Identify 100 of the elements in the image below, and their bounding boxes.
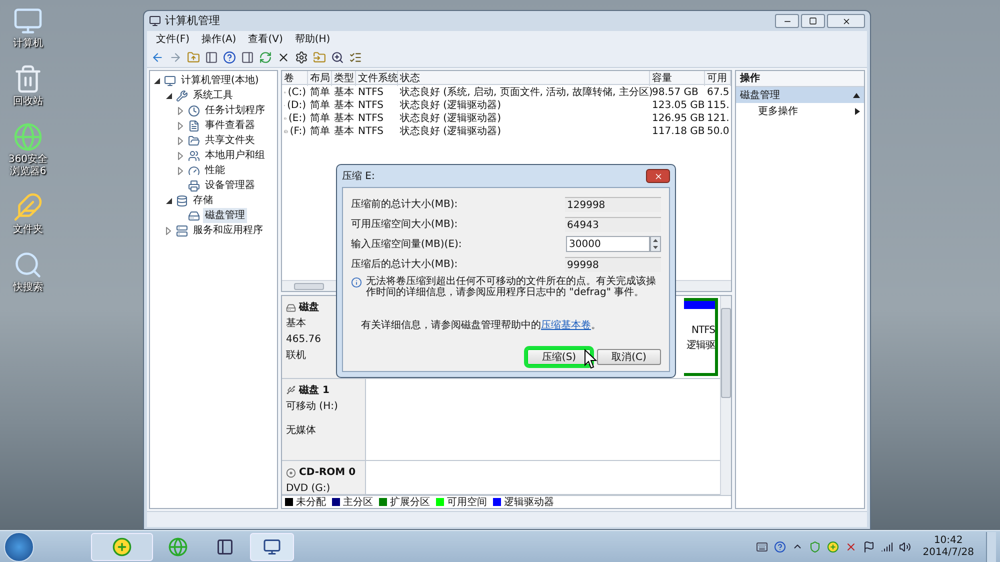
tree-item[interactable]: 计算机管理(本地) (179, 73, 261, 88)
column-header[interactable]: 卷 (282, 71, 308, 86)
help-link[interactable]: 压缩基本卷 (541, 320, 591, 331)
partition-bar (684, 301, 715, 309)
table-cell-text: 简单 (309, 98, 331, 112)
legend-label: 可用空间 (447, 496, 487, 510)
tree-item[interactable]: 性能 (203, 163, 227, 178)
table-cell-text: (D:) (287, 99, 306, 113)
action-link[interactable]: 更多操作 (758, 104, 798, 118)
clock-time[interactable]: 10:42 (934, 534, 963, 546)
expanded-arrow-icon[interactable] (154, 78, 160, 84)
actions-section[interactable]: 磁盘管理 (736, 87, 864, 103)
folder-up-icon[interactable] (187, 51, 200, 64)
table-cell-text: 115. (706, 99, 730, 113)
column-header[interactable]: 文件系统 (356, 71, 398, 86)
submenu-arrow-icon[interactable] (855, 108, 860, 114)
scrollbar-thumb[interactable] (294, 282, 324, 290)
computer-management-icon[interactable] (263, 538, 281, 556)
console-icon[interactable] (216, 538, 234, 556)
start-button[interactable] (4, 532, 34, 562)
magnifier-icon[interactable] (331, 51, 344, 64)
tree-item[interactable]: 系统工具 (191, 88, 235, 103)
clock-date[interactable]: 2014/7/28 (922, 546, 974, 558)
table-cell-text: 98.57 GB (652, 86, 700, 100)
menu-item[interactable]: 操作(A) (196, 32, 242, 47)
collapsed-arrow-icon[interactable] (178, 152, 183, 160)
collapsed-arrow-icon[interactable] (166, 226, 171, 234)
tree-item[interactable]: 设备管理器 (203, 178, 257, 193)
tree-item[interactable]: 事件查看器 (203, 118, 257, 133)
table-cell-text: 简单 (309, 124, 331, 139)
tree-pane-icon[interactable] (205, 51, 218, 64)
legend-label: 主分区 (343, 496, 373, 510)
search-icon[interactable] (13, 250, 43, 280)
help-icon[interactable] (223, 51, 236, 64)
disk-label-panel[interactable]: 磁盘 1 可移动 (H:) 无媒体 (282, 378, 366, 460)
close-button[interactable] (646, 169, 670, 183)
tree-item[interactable]: 磁盘管理 (203, 208, 247, 223)
column-header[interactable]: 状态 (398, 71, 650, 86)
legend-label: 逻辑驱动器 (504, 496, 554, 510)
forward-icon[interactable] (169, 51, 182, 64)
column-header[interactable]: 可用 (705, 71, 731, 86)
network-error-icon[interactable] (844, 540, 857, 552)
spin-button[interactable] (650, 236, 661, 252)
recycle-bin-icon[interactable] (13, 64, 43, 94)
table-cell-text: 基本 (333, 98, 355, 112)
tree-item[interactable]: 服务和应用程序 (191, 223, 265, 238)
column-header[interactable]: 类型 (332, 71, 356, 86)
tree-item[interactable]: 共享文件夹 (203, 133, 257, 148)
disk-label-panel[interactable]: CD-ROM 0 DVD (G:) (282, 461, 366, 494)
computer-icon[interactable] (13, 6, 43, 36)
cd-icon (286, 468, 296, 478)
collapsed-arrow-icon[interactable] (178, 136, 183, 144)
collapse-arrow-icon[interactable] (853, 92, 860, 98)
tree-item[interactable]: 存储 (191, 193, 215, 208)
checklist-icon[interactable] (349, 51, 362, 64)
table-cell-text: 状态良好 (逻辑驱动器) (399, 98, 502, 112)
table-cell-text: (E:) (288, 112, 306, 126)
close-button[interactable] (827, 14, 865, 28)
table-cell-text: 126.95 GB (651, 112, 705, 126)
menu-item[interactable]: 查看(V) (243, 32, 288, 47)
menu-item[interactable]: 帮助(H) (290, 32, 336, 47)
gauge-icon (188, 164, 200, 176)
security-app-icon[interactable] (112, 536, 132, 556)
section-title: 磁盘管理 (740, 88, 780, 102)
close-icon (654, 172, 662, 180)
properties-icon[interactable] (295, 51, 308, 64)
security-tray-icon[interactable] (826, 540, 839, 552)
dialog-button[interactable]: 取消(C) (597, 349, 661, 365)
collapsed-arrow-icon[interactable] (178, 166, 183, 174)
wrench-icon (176, 90, 188, 102)
maximize-button[interactable] (801, 14, 825, 28)
open-folder-icon[interactable] (313, 51, 326, 64)
menu-item[interactable]: 文件(F) (151, 32, 195, 47)
clock-icon (188, 104, 200, 116)
keyboard-icon[interactable] (756, 540, 768, 552)
shield-icon[interactable] (808, 540, 821, 552)
vertical-scrollbar[interactable] (720, 296, 731, 495)
back-icon[interactable] (151, 51, 164, 64)
expanded-arrow-icon[interactable] (166, 198, 172, 204)
collapsed-arrow-icon[interactable] (178, 106, 183, 114)
tree-item[interactable]: 任务计划程序 (203, 103, 267, 118)
column-header[interactable]: 容量 (650, 71, 705, 86)
flag-icon[interactable] (862, 540, 875, 552)
help-icon[interactable] (774, 540, 786, 552)
column-header[interactable]: 布局 (308, 71, 332, 86)
legend-label: 扩展分区 (390, 496, 430, 510)
collapsed-arrow-icon[interactable] (178, 122, 183, 130)
storage-icon (176, 194, 188, 206)
refresh-icon[interactable] (259, 51, 272, 64)
delete-icon[interactable] (277, 51, 290, 64)
volume-icon[interactable] (898, 540, 911, 552)
action-pane-icon[interactable] (241, 51, 254, 64)
input-field[interactable]: 30000 (566, 236, 650, 252)
dialog-button[interactable]: 压缩(S) (527, 349, 591, 365)
table-cell-text: (F:) (290, 125, 306, 139)
show-desktop-button[interactable] (986, 532, 996, 562)
tree-item[interactable]: 本地用户和组 (203, 148, 267, 163)
disk-name: 磁盘 (299, 300, 319, 315)
expanded-arrow-icon[interactable] (166, 92, 172, 98)
table-cell-text: NTFS (357, 125, 385, 139)
